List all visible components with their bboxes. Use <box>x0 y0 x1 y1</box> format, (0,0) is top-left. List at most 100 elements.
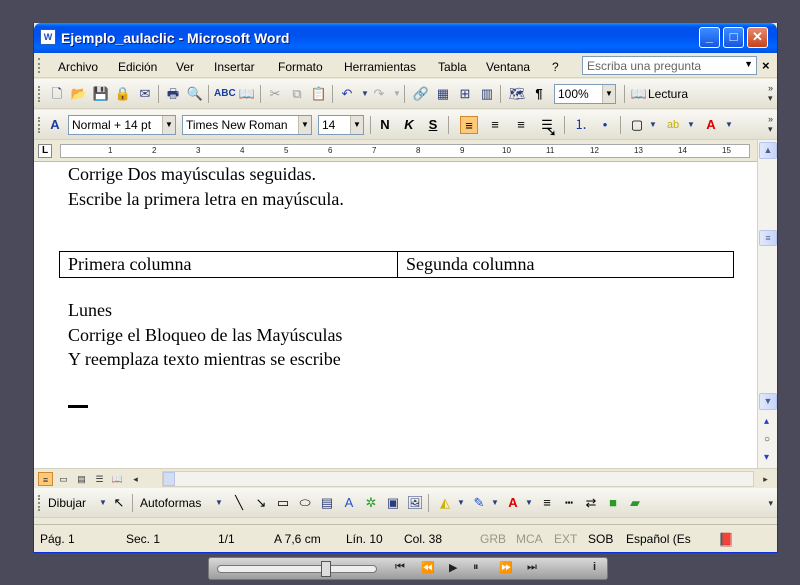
chevron-down-icon[interactable]: ▼ <box>162 116 175 134</box>
word-app-icon[interactable]: W <box>40 29 56 45</box>
chevron-down-icon[interactable]: ▼ <box>520 494 538 512</box>
normal-view-icon[interactable]: ≡ <box>38 472 53 486</box>
textbox-icon[interactable]: ▤ <box>318 494 336 512</box>
table-cell[interactable]: Primera columna <box>60 252 199 277</box>
numbering-icon[interactable]: ⒈ <box>572 116 590 134</box>
chevron-down-icon[interactable]: ▼ <box>350 116 363 134</box>
document-map-icon[interactable]: 🗺 <box>508 85 526 103</box>
paste-icon[interactable]: 📋 <box>310 85 328 103</box>
shadow-icon[interactable]: ■ <box>604 494 622 512</box>
spelling-icon[interactable]: ABC <box>214 85 236 103</box>
font-size-select[interactable]: 14 ▼ <box>318 115 364 135</box>
redo-icon[interactable]: ↷ <box>370 85 388 103</box>
menu-tabla[interactable]: Tabla <box>438 60 467 74</box>
diagram-icon[interactable]: ✲ <box>362 494 380 512</box>
oval-icon[interactable]: ⬭ <box>296 494 314 512</box>
ruler-strip[interactable]: 1 2 3 4 5 6 7 8 9 10 11 12 13 14 15 <box>60 144 750 158</box>
highlight-icon[interactable]: ab <box>664 116 682 134</box>
align-center-icon[interactable]: ≡ <box>486 116 504 134</box>
toolbar-grip[interactable] <box>38 86 41 102</box>
permission-icon[interactable]: 🔒 <box>114 85 132 103</box>
toolbar-grip[interactable] <box>38 495 41 511</box>
style-select[interactable]: Normal + 14 pt ▼ <box>68 115 176 135</box>
email-icon[interactable]: ✉ <box>136 85 154 103</box>
font-color-dropdown-icon[interactable]: ▼ <box>720 116 738 134</box>
cut-icon[interactable]: ✂ <box>266 85 284 103</box>
line-style-icon[interactable]: ≡ <box>538 494 556 512</box>
toolbar-options-icon[interactable]: » ▾ <box>768 114 773 134</box>
table-cell[interactable]: Segunda columna <box>398 252 542 277</box>
media-rewind-icon[interactable]: ⏪ <box>421 561 435 574</box>
menu-herramientas[interactable]: Herramientas <box>344 60 416 74</box>
maximize-button[interactable]: □ <box>723 27 744 48</box>
print-layout-icon[interactable]: ▤ <box>74 472 89 486</box>
media-pause-icon[interactable]: ⏸ <box>473 561 479 574</box>
chevron-down-icon[interactable]: ▼ <box>298 116 311 134</box>
italic-button[interactable]: K <box>400 116 418 134</box>
new-document-icon[interactable]: 🗋 <box>48 85 66 103</box>
status-record[interactable]: GRB <box>480 532 506 546</box>
line-icon[interactable]: ╲ <box>230 494 248 512</box>
read-button[interactable]: Lectura <box>648 87 688 101</box>
bullets-icon[interactable]: • <box>596 116 614 134</box>
menu-ayuda[interactable]: ? <box>552 60 559 74</box>
previous-page-icon[interactable]: ▴ <box>764 416 769 427</box>
3d-icon[interactable]: ▰ <box>626 494 644 512</box>
menu-ventana[interactable]: Ventana <box>486 60 530 74</box>
menu-archivo[interactable]: Archivo <box>58 60 98 74</box>
media-play-icon[interactable]: ▶ <box>449 561 457 574</box>
tables-borders-icon[interactable]: ▦ <box>434 85 452 103</box>
browse-object-icon[interactable]: ○ <box>764 434 770 445</box>
spelling-status-icon[interactable]: 📕 <box>718 532 734 548</box>
print-icon[interactable]: 🖶 <box>164 85 182 103</box>
chevron-down-icon[interactable]: ▼ <box>744 59 753 69</box>
menu-insertar[interactable]: Insertar <box>214 60 255 74</box>
menu-ver[interactable]: Ver <box>176 60 194 74</box>
font-select[interactable]: Times New Roman ▼ <box>182 115 312 135</box>
picture-icon[interactable]: 🖼 <box>406 494 424 512</box>
scroll-up-button[interactable]: ▲ <box>759 142 777 159</box>
menu-edicion[interactable]: Edición <box>118 60 157 74</box>
media-info-icon[interactable]: i <box>593 561 596 573</box>
ask-question-box[interactable]: Escriba una pregunta ▼ <box>582 56 757 75</box>
columns-icon[interactable]: ▥ <box>478 85 496 103</box>
chevron-down-icon[interactable]: ▼ <box>452 494 470 512</box>
font-color-icon[interactable]: A <box>702 116 720 134</box>
close-button[interactable]: ✕ <box>747 27 768 48</box>
status-overtype[interactable]: SOB <box>588 532 613 546</box>
scroll-left-button[interactable]: ◂ <box>128 472 143 486</box>
document-area[interactable]: Corrige Dos mayúsculas seguidas. Escribe… <box>34 162 757 468</box>
outline-view-icon[interactable]: ☰ <box>92 472 107 486</box>
toolbar-options-icon[interactable]: » ▾ <box>768 83 773 103</box>
media-seek-track[interactable] <box>217 565 377 573</box>
show-formatting-icon[interactable]: ¶ <box>530 85 548 103</box>
toolbar-grip[interactable] <box>38 117 41 133</box>
border-dropdown-icon[interactable]: ▼ <box>644 116 662 134</box>
status-track-changes[interactable]: MCA <box>516 532 543 546</box>
vertical-scrollbar[interactable]: ▲ ≡ ▼ ▴ ○ ▾ <box>757 140 777 468</box>
media-seek-thumb[interactable] <box>321 561 331 577</box>
arrow-style-icon[interactable]: ⇄ <box>582 494 600 512</box>
chevron-down-icon[interactable]: ▼ <box>486 494 504 512</box>
hscroll-thumb[interactable] <box>163 472 175 486</box>
align-right-icon[interactable]: ≡ <box>512 116 530 134</box>
wordart-icon[interactable]: A <box>340 494 358 512</box>
highlight-dropdown-icon[interactable]: ▼ <box>682 116 700 134</box>
print-preview-icon[interactable]: 🔍 <box>186 85 204 103</box>
insert-table-icon[interactable]: ⊞ <box>456 85 474 103</box>
read-icon[interactable]: 📖 <box>630 85 648 103</box>
arrow-icon[interactable]: ↘ <box>252 494 270 512</box>
scroll-down-button[interactable]: ▼ <box>759 393 777 410</box>
reading-view-icon[interactable]: 📖 <box>110 472 125 486</box>
autoshapes-menu-button[interactable]: Autoformas <box>140 496 201 510</box>
horizontal-scrollbar[interactable] <box>162 471 754 487</box>
tab-selector-icon[interactable]: L <box>38 144 52 158</box>
select-objects-icon[interactable]: ↖ <box>110 494 128 512</box>
save-icon[interactable]: 💾 <box>92 85 110 103</box>
document-close-button[interactable]: × <box>762 58 770 73</box>
zoom-select[interactable]: 100% ▼ <box>554 84 616 104</box>
menubar-grip[interactable] <box>38 58 41 73</box>
menu-formato[interactable]: Formato <box>278 60 323 74</box>
draw-menu-button[interactable]: Dibujar <box>48 496 86 510</box>
scroll-right-button[interactable]: ▸ <box>758 472 773 486</box>
